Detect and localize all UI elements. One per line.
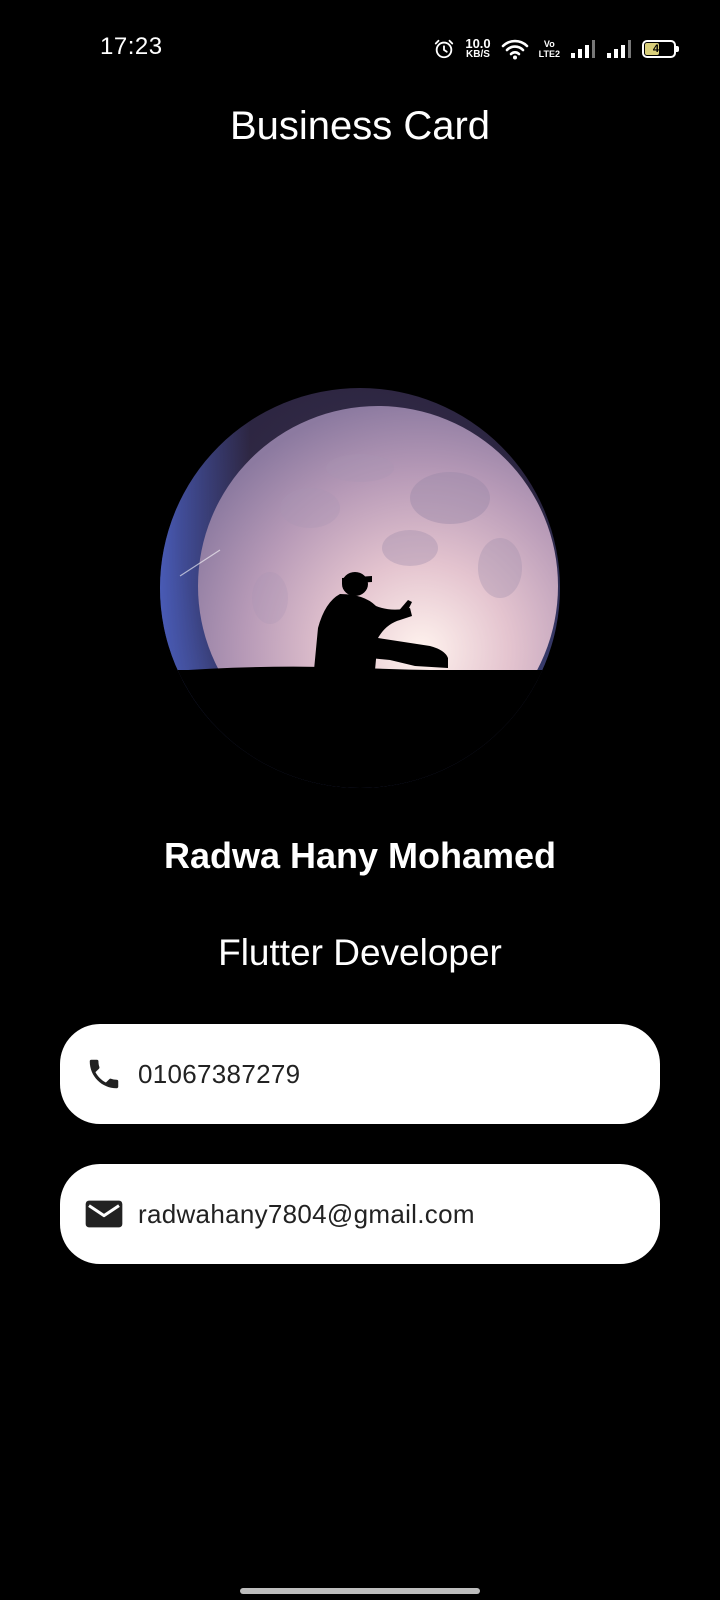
app-bar-title: Business Card <box>229 104 491 148</box>
network-speed: 10.0 KB/S <box>465 36 491 60</box>
email-address: radwahany7804@gmail.com <box>138 1198 475 1229</box>
volte-bottom: LTE2 <box>538 49 560 59</box>
mail-icon <box>84 1194 124 1234</box>
status-icons: 10.0 KB/S Vo LTE2 47 <box>433 34 679 64</box>
person-name: Radwa Hany Mohamed <box>163 835 557 876</box>
battery-level: 47 <box>652 43 666 55</box>
wifi-icon <box>501 38 529 60</box>
avatar <box>160 388 560 788</box>
battery-icon: 47 <box>642 40 679 58</box>
alarm-icon <box>433 38 455 60</box>
phone-number: 01067387279 <box>138 1058 301 1089</box>
status-bar: 17:23 10.0 KB/S Vo LTE2 47 <box>0 0 720 96</box>
network-speed-unit: KB/S <box>466 49 490 60</box>
network-speed-value: 10.0 <box>465 36 491 51</box>
volte-indicator: Vo LTE2 <box>539 39 560 59</box>
phone-card[interactable]: 01067387279 <box>60 1024 660 1124</box>
signal-icon <box>570 39 596 59</box>
volte-top: Vo <box>543 39 555 49</box>
home-indicator[interactable] <box>240 1588 480 1594</box>
person-role: Flutter Developer <box>218 932 502 973</box>
signal-icon <box>606 39 632 59</box>
email-card[interactable]: radwahany7804@gmail.com <box>60 1164 660 1264</box>
status-time: 17:23 <box>100 33 163 60</box>
phone-icon <box>84 1054 124 1094</box>
